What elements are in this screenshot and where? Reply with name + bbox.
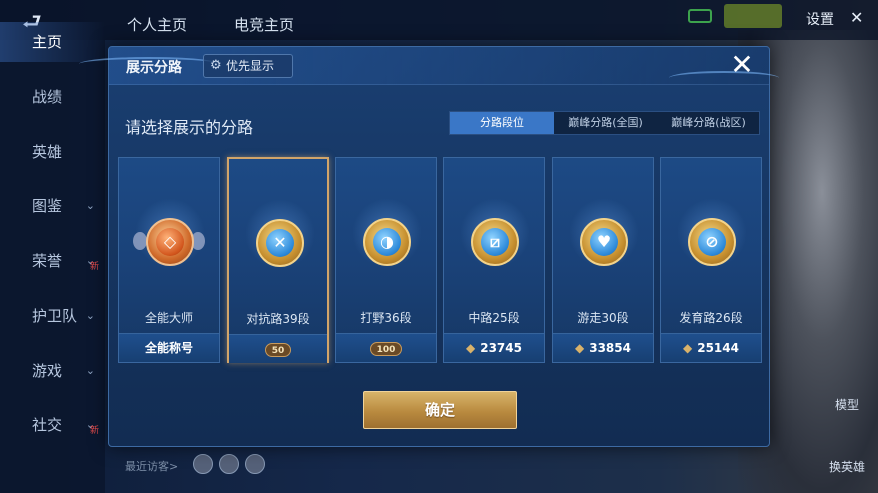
lane-card-footer: 100 bbox=[336, 333, 436, 362]
sidebar-item-label: 英雄 bbox=[32, 143, 63, 161]
rank-emblem-icon: ✕ bbox=[256, 219, 304, 267]
lane-rank-label: 全能大师 bbox=[144, 311, 193, 325]
lane-rank-label: 游走30段 bbox=[577, 311, 629, 325]
dialog-header: 展示分路 ⚙ 优先显示 ✕ bbox=[79, 47, 779, 85]
lane-rank-label: 中路25段 bbox=[468, 311, 520, 325]
tab-personal-home[interactable]: 个人主页 bbox=[127, 14, 187, 35]
sidebar-item-label: 主页 bbox=[32, 33, 63, 51]
lane-rank-label: 打野36段 bbox=[360, 311, 412, 325]
lane-rank-label: 对抗路39段 bbox=[246, 312, 310, 326]
priority-display-label: 优先显示 bbox=[226, 59, 275, 73]
lane-card-footer: ◆ 23745 bbox=[444, 333, 544, 362]
sidebar-item-label: 护卫队 bbox=[32, 307, 78, 325]
lane-card[interactable]: ✕ 对抗路39段 50 bbox=[227, 157, 329, 363]
peak-score-value: 33854 bbox=[589, 341, 631, 355]
lane-card-footer: ◆ 33854 bbox=[553, 333, 653, 362]
peak-score-value: 23745 bbox=[480, 341, 522, 355]
lane-symbol-icon: ◇ bbox=[156, 228, 184, 256]
title-label: 全能称号 bbox=[144, 341, 193, 355]
tab-esports-home[interactable]: 电竞主页 bbox=[234, 14, 294, 35]
gear-icon: ⚙ bbox=[210, 58, 222, 73]
lane-card[interactable]: ◇ 全能大师全能称号 bbox=[118, 157, 220, 363]
lane-card[interactable]: ♥ 游走30段 ◆ 33854 bbox=[552, 157, 654, 363]
chevron-down-icon: ⌄ bbox=[85, 309, 95, 322]
lane-display-dialog: 展示分路 ⚙ 优先显示 ✕ 请选择展示的分路 分路段位 巅峰分路(全国) 巅峰分路(… bbox=[79, 46, 779, 447]
decor-wave bbox=[669, 71, 779, 85]
rank-emblem-icon: ◇ bbox=[146, 218, 194, 266]
chevron-down-icon: ⌄ bbox=[85, 199, 95, 212]
lane-card[interactable]: ◑ 打野36段 100 bbox=[335, 157, 437, 363]
rank-emblem-icon: ◑ bbox=[363, 218, 411, 266]
sidebar-item-label: 图鉴 bbox=[32, 197, 63, 215]
recent-visitors-link[interactable]: 最近访客> bbox=[125, 458, 178, 474]
lane-symbol-icon: ♥ bbox=[590, 228, 618, 256]
sidebar-item-label: 游戏 bbox=[32, 362, 63, 380]
sidebar-item[interactable]: 图鉴 ⌄ bbox=[0, 186, 105, 226]
peak-score-icon: ◆ bbox=[466, 341, 476, 355]
sidebar-item[interactable]: 英雄 bbox=[0, 132, 105, 172]
lane-symbol-icon: ◑ bbox=[373, 228, 401, 256]
rank-emblem-icon: ♥ bbox=[580, 218, 628, 266]
sidebar-item[interactable]: 荣誉 ⌄ 新 bbox=[0, 241, 105, 281]
lane-card[interactable]: ⊘ 发育路26段 ◆ 25144 bbox=[660, 157, 762, 363]
lane-card-footer: ◆ 25144 bbox=[661, 333, 761, 362]
rank-emblem-icon: ⊘ bbox=[688, 218, 736, 266]
close-icon[interactable]: ✕ bbox=[727, 50, 757, 80]
visitor-avatar[interactable] bbox=[245, 454, 265, 474]
top-bar: ⮐ 个人主页 电竞主页 设置 ✕ bbox=[0, 0, 878, 40]
lane-symbol-icon: ⊘ bbox=[698, 228, 726, 256]
sidebar-item-label: 荣誉 bbox=[32, 252, 63, 270]
status-badge bbox=[724, 4, 782, 28]
lane-tab[interactable]: 分路段位 bbox=[450, 112, 554, 134]
rank-emblem-icon: ⧄ bbox=[471, 218, 519, 266]
sidebar-item[interactable]: 护卫队 ⌄ bbox=[0, 296, 105, 336]
sidebar-item-label: 社交 bbox=[32, 416, 63, 434]
new-badge: 新 bbox=[90, 426, 100, 436]
peak-score-value: 25144 bbox=[697, 341, 739, 355]
lane-tab-group: 分路段位 巅峰分路(全国) 巅峰分路(战区) bbox=[449, 111, 760, 135]
lane-rank-label: 发育路26段 bbox=[679, 311, 743, 325]
lane-card-footer: 全能称号 bbox=[119, 333, 219, 362]
peak-score-icon: ◆ bbox=[575, 341, 585, 355]
lane-symbol-icon: ⧄ bbox=[481, 228, 509, 256]
lane-symbol-icon: ✕ bbox=[266, 229, 294, 257]
priority-display-button[interactable]: ⚙ 优先显示 bbox=[203, 54, 293, 78]
sidebar-item-label: 战绩 bbox=[32, 88, 63, 106]
level-badge: 100 bbox=[369, 342, 403, 356]
new-badge: 新 bbox=[90, 262, 100, 272]
lane-tab[interactable]: 巅峰分路(战区) bbox=[657, 112, 760, 134]
sidebar-item[interactable]: 主页 bbox=[0, 22, 105, 62]
sidebar: 主页 战绩 英雄 图鉴 ⌄ 荣誉 ⌄ 新护卫队 ⌄ 游戏 ⌄ 社交 ⌄ 新 bbox=[0, 22, 105, 493]
settings-button[interactable]: 设置 bbox=[806, 9, 834, 29]
bottom-bar: 最近访客> 模型 换英雄 bbox=[105, 398, 878, 493]
emblem-wing-icon bbox=[133, 232, 147, 250]
change-hero-button[interactable]: 换英雄 bbox=[817, 458, 877, 475]
sidebar-item[interactable]: 游戏 ⌄ bbox=[0, 351, 105, 391]
confirm-button[interactable]: 确定 bbox=[363, 391, 517, 429]
peak-score-icon: ◆ bbox=[683, 341, 693, 355]
visitor-avatar[interactable] bbox=[219, 454, 239, 474]
dialog-title: 展示分路 bbox=[126, 60, 182, 76]
chevron-down-icon: ⌄ bbox=[85, 364, 95, 377]
model-button[interactable]: 模型 bbox=[817, 396, 877, 413]
lane-tab[interactable]: 巅峰分路(全国) bbox=[554, 112, 657, 134]
sidebar-item[interactable]: 战绩 bbox=[0, 77, 105, 117]
lane-card-footer: 50 bbox=[229, 334, 327, 363]
app-close-icon[interactable]: ✕ bbox=[850, 8, 863, 27]
level-badge: 50 bbox=[264, 343, 292, 357]
network-icon bbox=[688, 9, 712, 23]
lane-card[interactable]: ⧄ 中路25段 ◆ 23745 bbox=[443, 157, 545, 363]
visitor-avatar[interactable] bbox=[193, 454, 213, 474]
sidebar-item[interactable]: 社交 ⌄ 新 bbox=[0, 405, 105, 445]
dialog-subtitle: 请选择展示的分路 bbox=[125, 118, 254, 137]
